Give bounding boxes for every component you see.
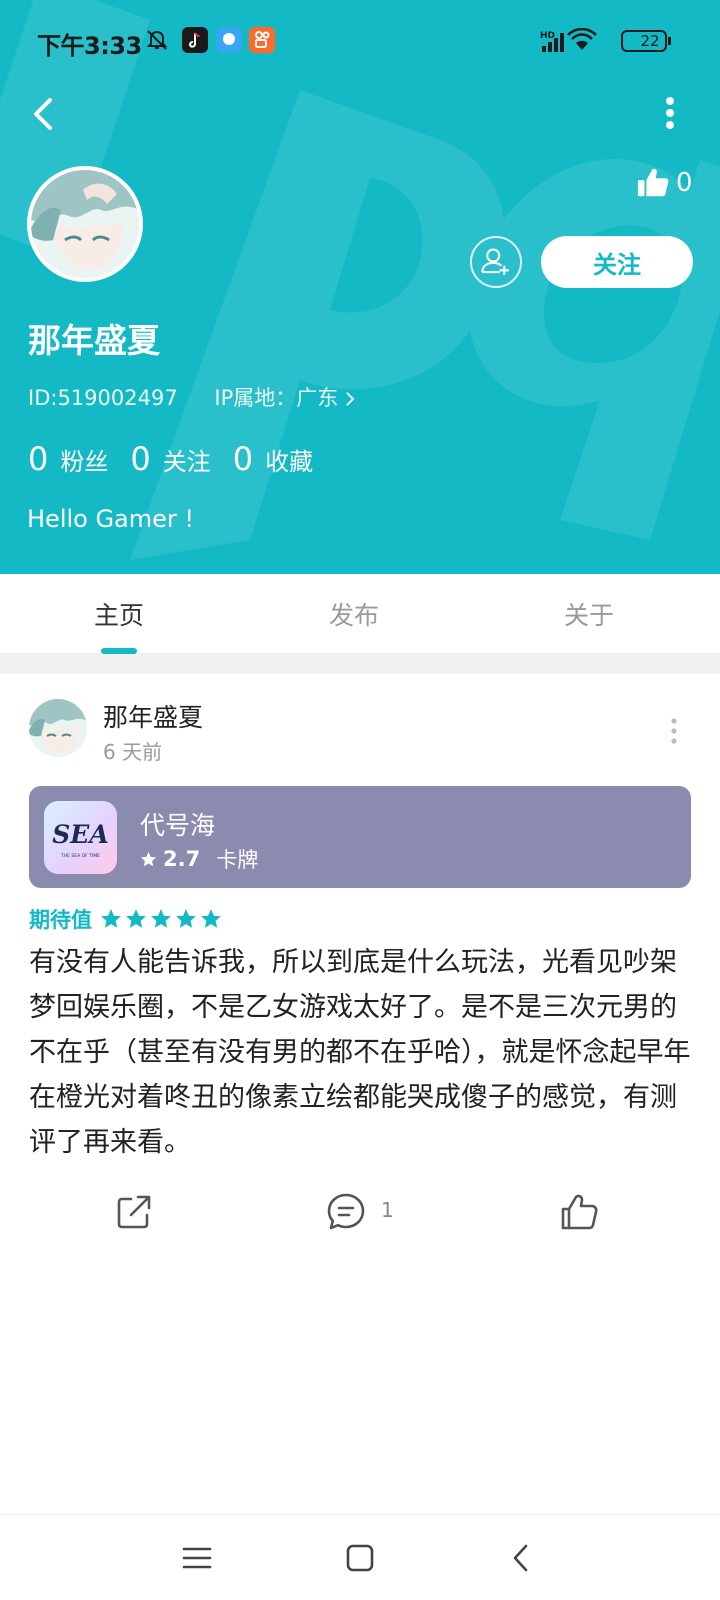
expectation-stars (100, 908, 225, 930)
anime-avatar-image (29, 699, 87, 757)
post-actions: 1 (0, 1188, 720, 1238)
star-icon (140, 851, 157, 866)
status-time: 下午3:33 (37, 32, 142, 60)
expectation-rating: 期待值 (29, 904, 225, 934)
stat-favorites-label: 收藏 (265, 448, 314, 476)
post-timestamp: 6 天前 (103, 740, 163, 764)
back-nav-icon[interactable] (505, 1541, 539, 1575)
stat-favorites-count: 0 (232, 440, 254, 478)
rating-star-icon (101, 909, 121, 928)
stat-following-count: 0 (130, 440, 151, 478)
profile-tabs: 主页 发布 关于 (0, 574, 720, 654)
profile-username: 那年盛夏 (28, 321, 160, 360)
stat-following-label: 关注 (162, 448, 211, 476)
profile-meta: ID:519002497 IP属地：广东 (28, 382, 385, 412)
add-user-icon (481, 248, 509, 275)
stat-fans-count: 0 (28, 440, 49, 478)
profile-bio: Hello Gamer ! (27, 505, 195, 533)
game-logo-subtext: THE SEA OF TIME (60, 853, 100, 859)
section-divider (0, 654, 720, 674)
game-logo-text: SEA (52, 820, 109, 849)
message-icon (216, 27, 242, 53)
stat-fans-label: 粉丝 (60, 448, 109, 476)
tab-posts[interactable]: 发布 (294, 596, 414, 632)
stat-favorites[interactable]: 0 收藏 (233, 440, 313, 478)
rating-star-icon (151, 909, 171, 928)
system-navigation-bar (0, 1514, 720, 1600)
douyin-icon (182, 27, 208, 53)
game-name: 代号海 (140, 811, 216, 840)
thumbs-up-icon (637, 168, 669, 197)
kuaishou-icon (249, 27, 275, 53)
profile-avatar[interactable] (27, 166, 143, 282)
game-icon: SEA THE SEA OF TIME (44, 801, 117, 874)
ip-location[interactable]: IP属地：广东 (214, 386, 355, 410)
post-body-text: 有没有人能告诉我，所以到底是什么玩法，光看见吵架梦回娱乐圈，不是乙女游戏太好了。… (29, 947, 691, 1158)
rating-star-icon (176, 909, 196, 928)
game-genre: 卡牌 (216, 848, 259, 872)
expectation-label: 期待值 (29, 908, 92, 932)
svg-text:HD: HD (540, 31, 555, 41)
add-friend-button[interactable] (470, 236, 522, 288)
ip-location-label: IP属地：广东 (214, 386, 339, 410)
tab-about[interactable]: 关于 (529, 596, 649, 632)
game-card[interactable]: SEA THE SEA OF TIME 代号海 2.7 卡牌 (29, 786, 691, 888)
back-button[interactable] (24, 92, 64, 136)
battery-level: 22 (640, 32, 660, 50)
profile-header: 下午3:33 HD 22 0 关注 那年盛夏 ID:519002497 IP属地… (0, 0, 720, 574)
post-more-button[interactable] (662, 716, 686, 746)
game-logo: SEA THE SEA OF TIME (44, 801, 117, 874)
more-options-button[interactable] (648, 92, 692, 136)
post-author-avatar[interactable] (29, 699, 87, 757)
chevron-right-icon (346, 392, 355, 406)
rating-star-icon (126, 909, 146, 928)
menu-icon[interactable] (180, 1541, 214, 1575)
follow-button[interactable]: 关注 (541, 236, 693, 288)
like-icon[interactable] (559, 1192, 599, 1232)
mute-icon (146, 30, 168, 50)
anime-avatar-image (31, 170, 139, 278)
status-bar: 下午3:33 HD 22 (0, 0, 720, 84)
share-icon[interactable] (114, 1192, 154, 1232)
user-id[interactable]: ID:519002497 (28, 386, 178, 410)
stat-fans[interactable]: 0 粉丝 (28, 440, 108, 478)
home-icon[interactable] (343, 1541, 377, 1575)
stat-following[interactable]: 0 关注 (130, 440, 210, 478)
comment-icon[interactable] (326, 1192, 366, 1232)
comment-count: 1 (381, 1198, 394, 1222)
rating-star-icon (201, 909, 221, 928)
profile-stats: 0 粉丝 0 关注 0 收藏 (28, 440, 335, 478)
game-score: 2.7 (163, 847, 201, 871)
like-count: 0 (676, 168, 693, 198)
post-author-name[interactable]: 那年盛夏 (103, 698, 203, 734)
tab-home[interactable]: 主页 (59, 596, 179, 632)
game-meta: 2.7 卡牌 (140, 844, 258, 874)
